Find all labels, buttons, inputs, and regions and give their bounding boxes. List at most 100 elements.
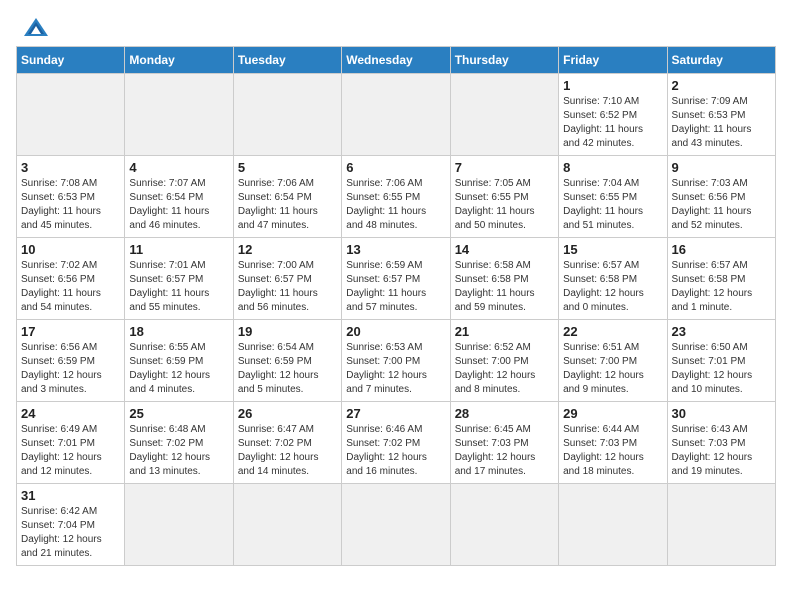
calendar-day-cell: 13 Sunrise: 6:59 AM Sunset: 6:57 PM Dayli… — [342, 238, 450, 320]
day-info: Sunrise: 6:43 AM Sunset: 7:03 PM Dayligh… — [672, 423, 771, 479]
day-number: 1 — [563, 78, 662, 93]
day-number: 2 — [672, 78, 771, 93]
calendar-day-cell: 17 Sunrise: 6:56 AM Sunset: 6:59 PM Dayli… — [17, 320, 125, 402]
calendar-day-cell: 12 Sunrise: 7:00 AM Sunset: 6:57 PM Dayli… — [233, 238, 341, 320]
calendar-day-cell: 21Sunrise: 6:52 AM Sunset: 7:00 PM Dayli… — [450, 320, 558, 402]
calendar-day-cell — [342, 484, 450, 566]
day-info: Sunrise: 6:44 AM Sunset: 7:03 PM Dayligh… — [563, 423, 662, 479]
calendar-week-row: 10 Sunrise: 7:02 AM Sunset: 6:56 PM Dayli… — [17, 238, 776, 320]
calendar-day-cell: 6 Sunrise: 7:06 AM Sunset: 6:55 PM Daylig… — [342, 156, 450, 238]
calendar-day-cell: 14Sunrise: 6:58 AM Sunset: 6:58 PM Dayli… — [450, 238, 558, 320]
day-info: Sunrise: 7:08 AM Sunset: 6:53 PM Dayligh… — [21, 177, 120, 233]
calendar-week-row: 17 Sunrise: 6:56 AM Sunset: 6:59 PM Dayli… — [17, 320, 776, 402]
calendar-day-cell: 5Sunrise: 7:06 AM Sunset: 6:54 PM Daylig… — [233, 156, 341, 238]
day-info: Sunrise: 7:01 AM Sunset: 6:57 PM Dayligh… — [129, 259, 228, 315]
day-info: Sunrise: 6:42 AM Sunset: 7:04 PM Dayligh… — [21, 505, 120, 561]
day-info: Sunrise: 7:00 AM Sunset: 6:57 PM Dayligh… — [238, 259, 337, 315]
calendar-day-cell — [342, 74, 450, 156]
calendar-day-cell: 25Sunrise: 6:48 AM Sunset: 7:02 PM Dayli… — [125, 402, 233, 484]
day-number: 20 — [346, 324, 445, 339]
day-number: 24 — [21, 406, 120, 421]
day-info: Sunrise: 6:59 AM Sunset: 6:57 PM Dayligh… — [346, 259, 445, 315]
calendar-day-cell: 3 Sunrise: 7:08 AM Sunset: 6:53 PM Daylig… — [17, 156, 125, 238]
calendar-day-cell: 2 Sunrise: 7:09 AM Sunset: 6:53 PM Daylig… — [667, 74, 775, 156]
day-info: Sunrise: 7:06 AM Sunset: 6:54 PM Dayligh… — [238, 177, 337, 233]
day-number: 18 — [129, 324, 228, 339]
calendar-day-cell: 28 Sunrise: 6:45 AM Sunset: 7:03 PM Dayli… — [450, 402, 558, 484]
calendar-day-cell: 1Sunrise: 7:10 AM Sunset: 6:52 PM Daylig… — [559, 74, 667, 156]
day-number: 23 — [672, 324, 771, 339]
day-info: Sunrise: 7:06 AM Sunset: 6:55 PM Dayligh… — [346, 177, 445, 233]
calendar-day-cell: 11 Sunrise: 7:01 AM Sunset: 6:57 PM Dayli… — [125, 238, 233, 320]
day-info: Sunrise: 7:02 AM Sunset: 6:56 PM Dayligh… — [21, 259, 120, 315]
page-header — [16, 16, 776, 38]
day-info: Sunrise: 6:57 AM Sunset: 6:58 PM Dayligh… — [672, 259, 771, 315]
calendar-day-cell — [450, 484, 558, 566]
day-number: 17 — [21, 324, 120, 339]
day-info: Sunrise: 6:49 AM Sunset: 7:01 PM Dayligh… — [21, 423, 120, 479]
weekday-header-wednesday: Wednesday — [342, 47, 450, 74]
calendar-day-cell — [233, 74, 341, 156]
day-number: 13 — [346, 242, 445, 257]
weekday-header-friday: Friday — [559, 47, 667, 74]
calendar-table: SundayMondayTuesdayWednesdayThursdayFrid… — [16, 46, 776, 566]
weekday-header-tuesday: Tuesday — [233, 47, 341, 74]
calendar-day-cell: 23Sunrise: 6:50 AM Sunset: 7:01 PM Dayli… — [667, 320, 775, 402]
day-info: Sunrise: 6:48 AM Sunset: 7:02 PM Dayligh… — [129, 423, 228, 479]
calendar-day-cell: 26 Sunrise: 6:47 AM Sunset: 7:02 PM Dayli… — [233, 402, 341, 484]
calendar-header: SundayMondayTuesdayWednesdayThursdayFrid… — [17, 47, 776, 74]
calendar-day-cell: 9 Sunrise: 7:03 AM Sunset: 6:56 PM Daylig… — [667, 156, 775, 238]
calendar-day-cell: 4 Sunrise: 7:07 AM Sunset: 6:54 PM Daylig… — [125, 156, 233, 238]
day-number: 27 — [346, 406, 445, 421]
day-info: Sunrise: 6:51 AM Sunset: 7:00 PM Dayligh… — [563, 341, 662, 397]
day-number: 6 — [346, 160, 445, 175]
calendar-day-cell: 22 Sunrise: 6:51 AM Sunset: 7:00 PM Dayli… — [559, 320, 667, 402]
calendar-day-cell: 27 Sunrise: 6:46 AM Sunset: 7:02 PM Dayli… — [342, 402, 450, 484]
day-number: 28 — [455, 406, 554, 421]
day-number: 15 — [563, 242, 662, 257]
weekday-header-row: SundayMondayTuesdayWednesdayThursdayFrid… — [17, 47, 776, 74]
calendar-day-cell: 20 Sunrise: 6:53 AM Sunset: 7:00 PM Dayli… — [342, 320, 450, 402]
calendar-body: 1Sunrise: 7:10 AM Sunset: 6:52 PM Daylig… — [17, 74, 776, 566]
calendar-day-cell — [233, 484, 341, 566]
day-number: 14 — [455, 242, 554, 257]
calendar-day-cell: 18 Sunrise: 6:55 AM Sunset: 6:59 PM Dayli… — [125, 320, 233, 402]
day-number: 26 — [238, 406, 337, 421]
day-number: 9 — [672, 160, 771, 175]
day-number: 7 — [455, 160, 554, 175]
calendar-day-cell: 10 Sunrise: 7:02 AM Sunset: 6:56 PM Dayli… — [17, 238, 125, 320]
weekday-header-monday: Monday — [125, 47, 233, 74]
calendar-day-cell: 31 Sunrise: 6:42 AM Sunset: 7:04 PM Dayli… — [17, 484, 125, 566]
calendar-day-cell — [667, 484, 775, 566]
day-info: Sunrise: 6:52 AM Sunset: 7:00 PM Dayligh… — [455, 341, 554, 397]
calendar-week-row: 1Sunrise: 7:10 AM Sunset: 6:52 PM Daylig… — [17, 74, 776, 156]
day-info: Sunrise: 6:47 AM Sunset: 7:02 PM Dayligh… — [238, 423, 337, 479]
logo — [16, 16, 54, 38]
day-info: Sunrise: 7:03 AM Sunset: 6:56 PM Dayligh… — [672, 177, 771, 233]
day-number: 29 — [563, 406, 662, 421]
day-number: 10 — [21, 242, 120, 257]
calendar-day-cell: 16 Sunrise: 6:57 AM Sunset: 6:58 PM Dayli… — [667, 238, 775, 320]
day-number: 22 — [563, 324, 662, 339]
day-info: Sunrise: 6:46 AM Sunset: 7:02 PM Dayligh… — [346, 423, 445, 479]
day-info: Sunrise: 6:55 AM Sunset: 6:59 PM Dayligh… — [129, 341, 228, 397]
weekday-header-sunday: Sunday — [17, 47, 125, 74]
day-info: Sunrise: 7:05 AM Sunset: 6:55 PM Dayligh… — [455, 177, 554, 233]
day-number: 16 — [672, 242, 771, 257]
day-number: 12 — [238, 242, 337, 257]
day-info: Sunrise: 7:09 AM Sunset: 6:53 PM Dayligh… — [672, 95, 771, 151]
logo-icon — [22, 16, 50, 38]
day-number: 30 — [672, 406, 771, 421]
day-number: 4 — [129, 160, 228, 175]
day-number: 3 — [21, 160, 120, 175]
weekday-header-saturday: Saturday — [667, 47, 775, 74]
day-info: Sunrise: 7:07 AM Sunset: 6:54 PM Dayligh… — [129, 177, 228, 233]
day-info: Sunrise: 6:56 AM Sunset: 6:59 PM Dayligh… — [21, 341, 120, 397]
day-info: Sunrise: 6:53 AM Sunset: 7:00 PM Dayligh… — [346, 341, 445, 397]
calendar-day-cell: 7 Sunrise: 7:05 AM Sunset: 6:55 PM Daylig… — [450, 156, 558, 238]
day-info: Sunrise: 6:45 AM Sunset: 7:03 PM Dayligh… — [455, 423, 554, 479]
calendar-day-cell: 30 Sunrise: 6:43 AM Sunset: 7:03 PM Dayli… — [667, 402, 775, 484]
calendar-day-cell — [17, 74, 125, 156]
day-number: 11 — [129, 242, 228, 257]
day-number: 31 — [21, 488, 120, 503]
